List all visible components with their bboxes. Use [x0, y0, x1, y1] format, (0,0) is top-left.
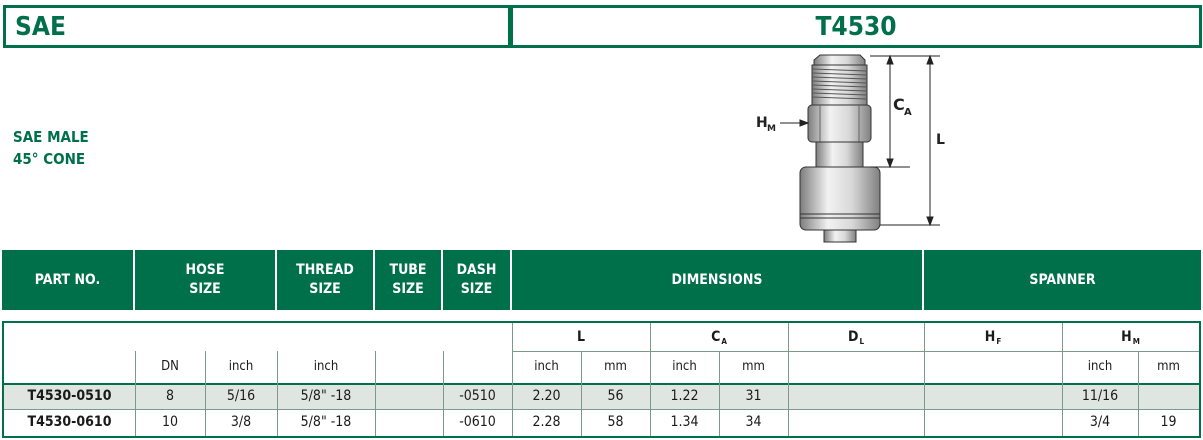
col-tube-size: TUBE SIZE [389, 262, 427, 297]
row1-thread: 5/8" -18 [300, 388, 352, 404]
col-part-no: PART NO. [34, 271, 101, 288]
row2-dn: 10 [161, 414, 179, 430]
row2-thread: 5/8" -18 [300, 414, 352, 430]
col-spanner: SPANNER [1029, 271, 1096, 288]
col-dimensions: DIMENSIONS [671, 271, 763, 288]
unit-ca-inch: inch [672, 359, 697, 374]
subhdr-ca: CA [711, 329, 727, 346]
l-label: L [936, 132, 945, 148]
unit-dn: DN [161, 359, 179, 374]
unit-hm-inch: inch [1087, 359, 1113, 374]
unit-l-mm: mm [604, 359, 627, 374]
parts-table: L CA DL HF HM DN inch inch inch mm inch … [2, 321, 1201, 438]
unit-l-inch: inch [534, 359, 559, 374]
row1-hose-inch: 5/16 [226, 388, 256, 404]
row1-l-mm: 56 [607, 388, 624, 404]
row1-dash: -0510 [459, 388, 496, 404]
subhdr-hm: HM [1121, 329, 1140, 346]
col-dash-size: DASH SIZE [456, 262, 497, 297]
row2-ca-mm: 34 [745, 414, 762, 430]
unit-hose-inch: inch [228, 359, 254, 374]
row1-dn: 8 [165, 388, 174, 404]
subtitle-line-2: 45° CONE [13, 150, 86, 168]
row2-hm-inch: 3/4 [1089, 414, 1111, 430]
series-header: SAE [3, 5, 511, 48]
unit-ca-mm: mm [742, 359, 765, 374]
col-hose-size: HOSE SIZE [185, 262, 225, 297]
row2-l-mm: 58 [607, 414, 624, 430]
ca-label-sub: A [904, 107, 912, 118]
fitting-drawing: C A L H M [756, 54, 945, 243]
series-title: SAE [15, 12, 66, 42]
part-header: T4530 [510, 5, 1202, 48]
col-thread-size: THREAD SIZE [296, 262, 354, 297]
row1-ca-mm: 31 [745, 388, 762, 404]
row2-l-inch: 2.28 [532, 414, 561, 430]
fitting-diagram: C A L H M [750, 50, 960, 245]
subtitle-line-1: SAE MALE [13, 128, 89, 146]
part-title: T4530 [815, 12, 897, 42]
row2-part: T4530-0610 [27, 414, 112, 430]
row2-hose-inch: 3/8 [230, 414, 252, 430]
row1-part: T4530-0510 [27, 388, 112, 404]
row1-ca-inch: 1.22 [670, 388, 699, 404]
row1-hm-inch: 11/16 [1081, 388, 1119, 404]
column-header-band: PART NO. HOSE SIZE THREAD SIZE TUBE SIZE DA… [2, 250, 1201, 310]
unit-hm-mm: mm [1157, 359, 1180, 374]
row1-l-inch: 2.20 [532, 388, 561, 404]
unit-thread-inch: inch [313, 359, 339, 374]
row2-ca-inch: 1.34 [670, 414, 699, 430]
ca-label: C [893, 95, 905, 114]
row2-dash: -0610 [459, 414, 496, 430]
subhdr-dl: DL [847, 329, 865, 346]
hm-label-sub: M [767, 124, 776, 134]
subhdr-l: L [576, 329, 586, 345]
hm-label: H [756, 115, 768, 131]
subhdr-hf: HF [984, 329, 1002, 346]
row2-hm-mm: 19 [1160, 414, 1177, 430]
